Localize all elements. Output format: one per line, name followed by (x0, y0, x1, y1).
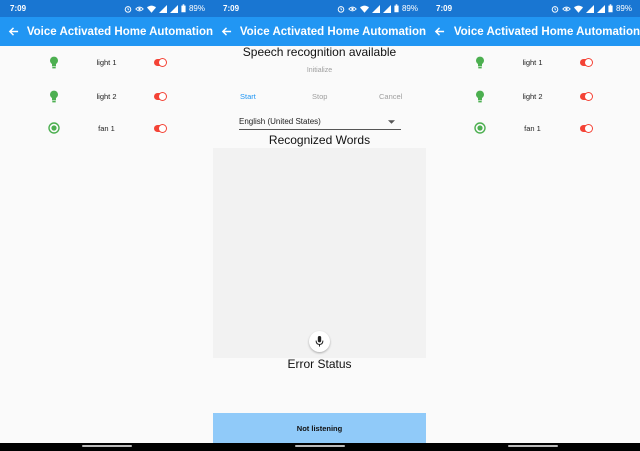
start-button[interactable]: Start (240, 92, 256, 101)
home-gesture-pill[interactable] (508, 445, 558, 447)
radio-on-icon (474, 121, 486, 135)
lightbulb-icon (48, 55, 60, 69)
status-time: 7:09 (10, 4, 27, 13)
arrow-back-icon (8, 27, 19, 36)
device-row-light-1: light 1 (426, 52, 640, 72)
device-label: light 1 (522, 57, 543, 67)
alarm-icon (124, 5, 132, 13)
battery-icon (181, 4, 186, 13)
signal-icon (596, 4, 605, 13)
wifi-icon (359, 5, 369, 13)
device-label: light 2 (522, 91, 543, 101)
dropdown-arrow-icon (388, 119, 395, 124)
eye-icon (348, 6, 357, 11)
speech-screen: 7:09 89% Voice Activated Home Automation… (213, 0, 426, 451)
app-title: Voice Activated Home Automation (453, 25, 640, 38)
device-label: fan 1 (524, 123, 541, 133)
battery-percentage: 89% (401, 4, 418, 13)
status-bar: 7:09 89% (0, 0, 213, 17)
back-button[interactable] (213, 17, 240, 46)
lightbulb-icon (474, 55, 486, 69)
recognized-words-heading: Recognized Words (268, 133, 371, 147)
status-bar: 7:09 89% (426, 0, 640, 17)
back-button[interactable] (0, 17, 27, 46)
signal-icon (371, 4, 380, 13)
alarm-icon (551, 5, 559, 13)
signal-icon (382, 4, 391, 13)
home-gesture-pill[interactable] (81, 445, 132, 447)
mic-button[interactable] (309, 331, 330, 352)
eye-icon (562, 6, 571, 11)
app-bar: Voice Activated Home Automation (426, 17, 640, 46)
listening-status-bar: Not listening (213, 413, 426, 443)
alarm-icon (337, 5, 345, 13)
device-row-light-1: light 1 (0, 52, 213, 72)
speech-availability: Speech recognition available (242, 45, 397, 59)
device-list-screen: 7:09 89% Voice Activated Home Automation… (0, 0, 213, 451)
back-button[interactable] (426, 17, 454, 46)
recognized-words-box (213, 148, 426, 358)
device-toggle[interactable] (154, 124, 166, 132)
device-row-fan-1: fan 1 (426, 118, 640, 138)
home-gesture-pill[interactable] (294, 445, 345, 447)
language-selected: English (United States) (239, 117, 321, 126)
signal-icon (158, 4, 167, 13)
app-title: Voice Activated Home Automation (26, 25, 213, 38)
arrow-back-icon (435, 27, 445, 36)
nav-bar (426, 443, 640, 451)
lightbulb-icon (474, 89, 486, 103)
nav-bar (213, 443, 426, 451)
arrow-back-icon (221, 27, 232, 36)
language-dropdown[interactable]: English (United States) (239, 114, 401, 130)
app-bar: Voice Activated Home Automation (0, 17, 213, 46)
device-row-light-2: light 2 (426, 86, 640, 106)
device-toggle[interactable] (154, 92, 166, 100)
error-status-heading: Error Status (287, 357, 352, 371)
device-label: light 2 (96, 91, 117, 101)
cancel-button[interactable]: Cancel (379, 92, 402, 101)
initialize-button[interactable]: Initialize (213, 67, 426, 74)
stop-button[interactable]: Stop (312, 92, 327, 101)
device-list-screen-2: 7:09 89% Voice Activated Home Automation… (426, 0, 640, 451)
device-row-light-2: light 2 (0, 86, 213, 106)
battery-icon (394, 4, 399, 13)
device-toggle[interactable] (580, 124, 592, 132)
battery-percentage: 89% (615, 4, 632, 13)
radio-on-icon (48, 121, 60, 135)
device-toggle[interactable] (580, 58, 592, 66)
wifi-icon (573, 5, 583, 13)
nav-bar (0, 443, 213, 451)
device-row-fan-1: fan 1 (0, 118, 213, 138)
lightbulb-icon (48, 89, 60, 103)
status-bar: 7:09 89% (213, 0, 426, 17)
signal-icon (585, 4, 594, 13)
eye-icon (135, 6, 144, 11)
status-time: 7:09 (436, 4, 453, 13)
battery-percentage: 89% (188, 4, 205, 13)
device-toggle[interactable] (580, 92, 592, 100)
device-toggle[interactable] (154, 58, 166, 66)
battery-icon (608, 4, 613, 13)
status-time: 7:09 (223, 4, 240, 13)
device-label: light 1 (96, 57, 117, 67)
app-bar: Voice Activated Home Automation (213, 17, 426, 46)
signal-icon (169, 4, 178, 13)
app-title: Voice Activated Home Automation (239, 25, 426, 38)
listening-status: Not listening (296, 423, 343, 433)
microphone-icon (315, 336, 324, 347)
wifi-icon (146, 5, 156, 13)
device-label: fan 1 (98, 123, 115, 133)
